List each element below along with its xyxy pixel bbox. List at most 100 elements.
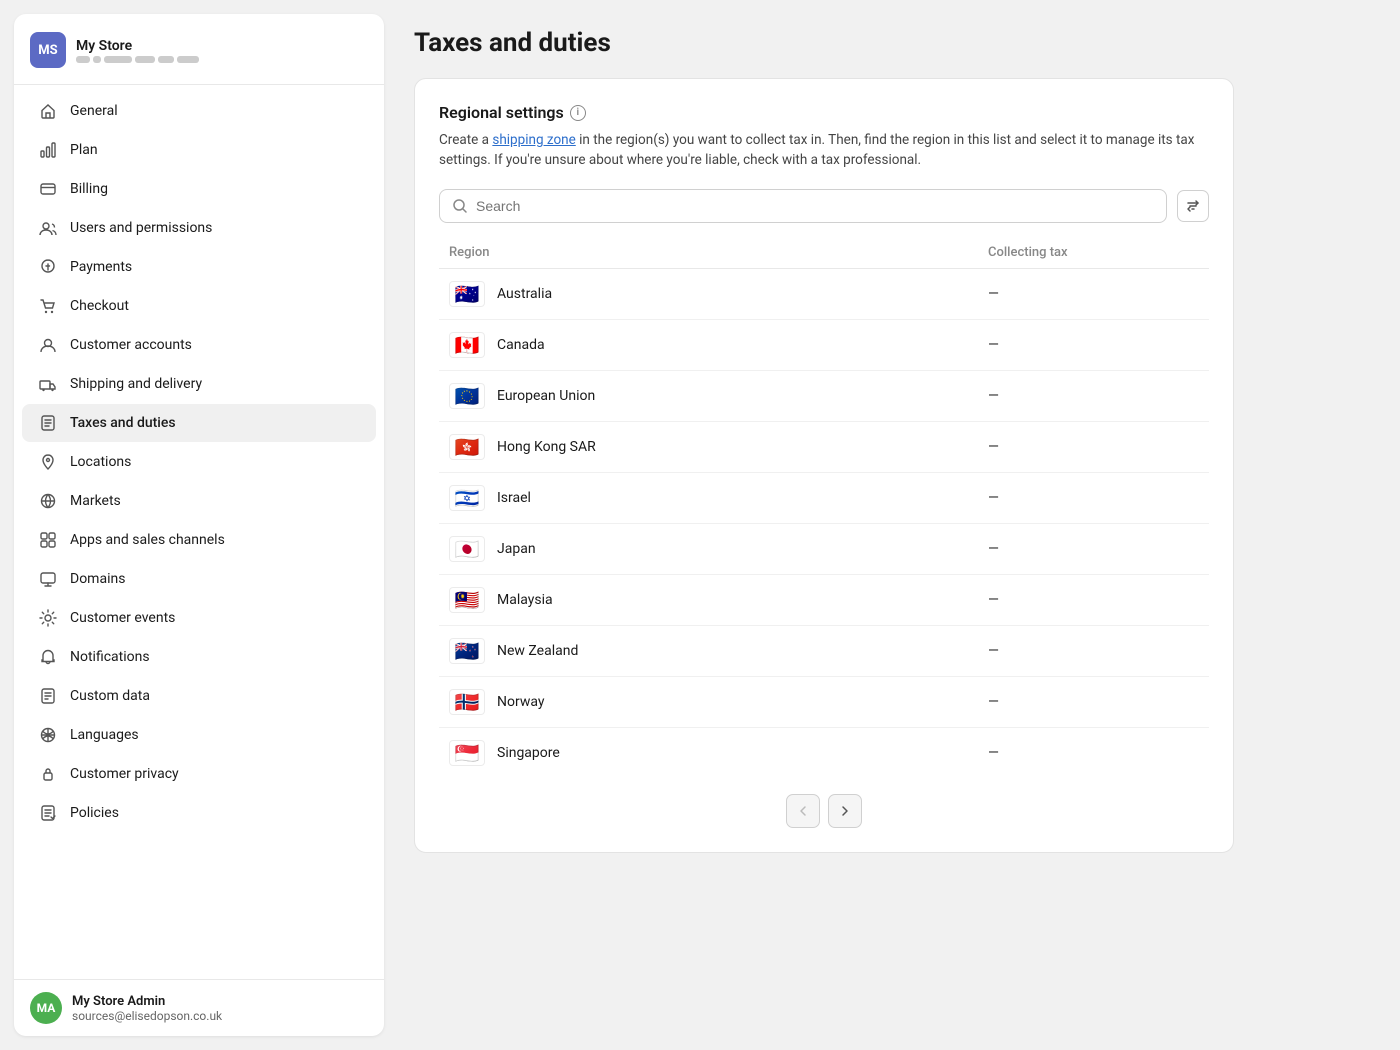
region-cell: 🇮🇱 Israel xyxy=(439,472,978,523)
tax-cell: — xyxy=(978,574,1209,625)
sidebar-item-label-custom-data: Custom data xyxy=(70,688,150,704)
sidebar: MS My Store GeneralPlanBillingUsers and … xyxy=(14,14,384,1036)
tax-cell: — xyxy=(978,625,1209,676)
flag-icon: 🇳🇴 xyxy=(449,689,485,715)
sidebar-item-shipping[interactable]: Shipping and delivery xyxy=(22,365,376,403)
sidebar-item-label-languages: Languages xyxy=(70,727,139,743)
flag-icon: 🇯🇵 xyxy=(449,536,485,562)
sidebar-divider-top xyxy=(14,84,384,85)
nav-items-container: GeneralPlanBillingUsers and permissionsP… xyxy=(14,91,384,833)
sidebar-item-customer-events[interactable]: Customer events xyxy=(22,599,376,637)
region-name: European Union xyxy=(497,388,595,404)
region-cell: 🇸🇬Singapore xyxy=(439,727,978,778)
billing-icon xyxy=(38,179,58,199)
sidebar-item-policies[interactable]: Policies xyxy=(22,794,376,832)
admin-email: sources@elisedopson.co.uk xyxy=(72,1009,222,1023)
flag-icon: 🇸🇬 xyxy=(449,740,485,766)
flag-icon: 🇮🇱 xyxy=(449,485,485,511)
sidebar-item-label-customer-events: Customer events xyxy=(70,610,175,626)
table-row[interactable]: 🇸🇬Singapore— xyxy=(439,727,1209,778)
sidebar-item-billing[interactable]: Billing xyxy=(22,170,376,208)
section-description: Create a shipping zone in the region(s) … xyxy=(439,130,1209,171)
payments-icon xyxy=(38,257,58,277)
info-icon[interactable]: i xyxy=(570,105,586,121)
languages-icon xyxy=(38,725,58,745)
region-name: Norway xyxy=(497,694,545,710)
domains-icon xyxy=(38,569,58,589)
checkout-icon xyxy=(38,296,58,316)
region-name: Malaysia xyxy=(497,592,553,608)
table-row[interactable]: 🇦🇺Australia— xyxy=(439,268,1209,319)
custom-icon xyxy=(38,686,58,706)
search-area xyxy=(439,189,1209,223)
customer-icon xyxy=(38,335,58,355)
sidebar-item-label-checkout: Checkout xyxy=(70,298,129,314)
search-input[interactable] xyxy=(476,198,1154,214)
blur-5 xyxy=(158,56,174,63)
markets-icon xyxy=(38,491,58,511)
flag-icon: 🇦🇺 xyxy=(449,281,485,307)
sidebar-header: MS My Store xyxy=(14,14,384,78)
table-row[interactable]: 🇨🇦Canada— xyxy=(439,319,1209,370)
sidebar-item-languages[interactable]: Languages xyxy=(22,716,376,754)
sidebar-item-plan[interactable]: Plan xyxy=(22,131,376,169)
sidebar-item-locations[interactable]: Locations xyxy=(22,443,376,481)
search-container xyxy=(439,189,1167,223)
sidebar-item-payments[interactable]: Payments xyxy=(22,248,376,286)
regional-settings-card: Regional settings i Create a shipping zo… xyxy=(414,78,1234,853)
sidebar-item-checkout[interactable]: Checkout xyxy=(22,287,376,325)
blur-4 xyxy=(135,56,155,63)
table-row[interactable]: 🇮🇱Israel— xyxy=(439,472,1209,523)
prev-page-button[interactable] xyxy=(786,794,820,828)
tax-cell: — xyxy=(978,523,1209,574)
policies-icon xyxy=(38,803,58,823)
section-title: Regional settings i xyxy=(439,103,1209,122)
privacy-icon xyxy=(38,764,58,784)
chart-icon xyxy=(38,140,58,160)
sidebar-item-custom-data[interactable]: Custom data xyxy=(22,677,376,715)
sidebar-item-notifications[interactable]: Notifications xyxy=(22,638,376,676)
sidebar-item-label-markets: Markets xyxy=(70,493,121,509)
region-cell: 🇯🇵 Japan xyxy=(439,523,978,574)
table-row[interactable]: 🇯🇵 Japan — xyxy=(439,523,1209,574)
region-cell: 🇳🇴 Norway xyxy=(439,676,978,727)
sidebar-item-general[interactable]: General xyxy=(22,92,376,130)
sidebar-item-label-apps: Apps and sales channels xyxy=(70,532,225,548)
sidebar-item-customer-accounts[interactable]: Customer accounts xyxy=(22,326,376,364)
sort-button[interactable] xyxy=(1177,190,1209,222)
region-table-body: 🇦🇺Australia—🇨🇦Canada—🇪🇺European Union—🇭🇰… xyxy=(439,268,1209,778)
sidebar-item-markets[interactable]: Markets xyxy=(22,482,376,520)
region-name: Japan xyxy=(497,541,536,557)
tax-cell: — xyxy=(978,268,1209,319)
sidebar-item-domains[interactable]: Domains xyxy=(22,560,376,598)
notifications-icon xyxy=(38,647,58,667)
region-cell: 🇨🇦Canada xyxy=(439,319,978,370)
house-icon xyxy=(38,101,58,121)
table-row[interactable]: 🇪🇺European Union— xyxy=(439,370,1209,421)
region-name: Israel xyxy=(497,490,531,506)
sidebar-item-privacy[interactable]: Customer privacy xyxy=(22,755,376,793)
shipping-icon xyxy=(38,374,58,394)
blur-1 xyxy=(76,56,90,63)
main-content: Taxes and duties Regional settings i Cre… xyxy=(384,0,1400,1050)
blur-2 xyxy=(93,56,101,63)
table-row[interactable]: 🇳🇴Norway— xyxy=(439,676,1209,727)
taxes-icon xyxy=(38,413,58,433)
table-row[interactable]: 🇭🇰Hong Kong SAR— xyxy=(439,421,1209,472)
table-row[interactable]: 🇲🇾Malaysia— xyxy=(439,574,1209,625)
tax-cell: — xyxy=(978,370,1209,421)
sidebar-item-apps[interactable]: Apps and sales channels xyxy=(22,521,376,559)
sidebar-item-taxes[interactable]: Taxes and duties xyxy=(22,404,376,442)
sidebar-item-label-domains: Domains xyxy=(70,571,125,587)
sidebar-item-users[interactable]: Users and permissions xyxy=(22,209,376,247)
blur-3 xyxy=(104,56,132,63)
col-region: Region xyxy=(439,237,978,269)
table-row[interactable]: 🇳🇿New Zealand— xyxy=(439,625,1209,676)
admin-avatar: MA xyxy=(30,992,62,1024)
shipping-zone-link[interactable]: shipping zone xyxy=(492,132,575,148)
sidebar-item-label-notifications: Notifications xyxy=(70,649,150,665)
region-table: Region Collecting tax 🇦🇺Australia—🇨🇦Cana… xyxy=(439,237,1209,778)
next-page-button[interactable] xyxy=(828,794,862,828)
store-name-block: My Store xyxy=(76,38,199,63)
flag-icon: 🇳🇿 xyxy=(449,638,485,664)
